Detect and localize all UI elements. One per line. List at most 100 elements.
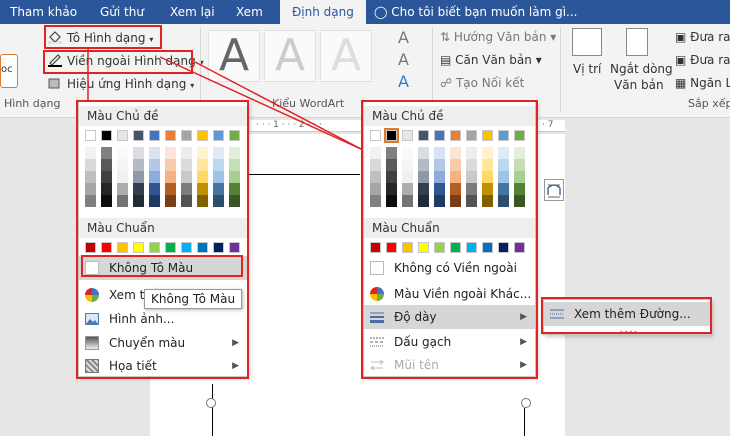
color-swatch[interactable] [498, 195, 509, 207]
no-outline-item[interactable]: Không có Viền ngoài [364, 256, 535, 280]
color-swatch[interactable] [386, 195, 397, 207]
color-swatch[interactable] [213, 242, 224, 253]
color-swatch[interactable] [229, 159, 240, 171]
color-swatch[interactable] [418, 130, 429, 141]
gradient-fill-item[interactable]: Chuyển màu ▶ [79, 331, 247, 355]
color-swatch[interactable] [213, 183, 224, 195]
color-swatch[interactable] [466, 195, 477, 207]
color-swatch[interactable] [229, 147, 240, 159]
color-swatch[interactable] [197, 147, 208, 159]
color-swatch[interactable] [466, 242, 477, 253]
color-swatch[interactable] [85, 183, 96, 195]
color-swatch[interactable] [85, 147, 96, 159]
color-swatch[interactable] [418, 195, 429, 207]
color-swatch[interactable] [402, 183, 413, 195]
color-swatch[interactable] [149, 130, 160, 141]
color-swatch[interactable] [402, 159, 413, 171]
color-swatch[interactable] [165, 147, 176, 159]
color-swatch[interactable] [101, 159, 112, 171]
color-swatch[interactable] [482, 130, 493, 141]
color-swatch[interactable] [213, 159, 224, 171]
color-swatch[interactable] [101, 242, 112, 253]
color-swatch[interactable] [514, 183, 525, 195]
color-swatch[interactable] [229, 171, 240, 183]
color-swatch[interactable] [418, 159, 429, 171]
color-swatch[interactable] [149, 159, 160, 171]
color-swatch[interactable] [386, 171, 397, 183]
color-swatch[interactable] [482, 159, 493, 171]
color-swatch[interactable] [149, 242, 160, 253]
color-swatch[interactable] [434, 183, 445, 195]
color-swatch[interactable] [101, 171, 112, 183]
color-swatch[interactable] [498, 242, 509, 253]
color-swatch[interactable] [386, 242, 397, 253]
color-swatch[interactable] [498, 147, 509, 159]
color-swatch[interactable] [181, 147, 192, 159]
color-swatch[interactable] [434, 147, 445, 159]
color-swatch[interactable] [117, 171, 128, 183]
color-swatch[interactable] [386, 183, 397, 195]
color-swatch[interactable] [197, 159, 208, 171]
color-swatch[interactable] [434, 242, 445, 253]
color-swatch[interactable] [133, 130, 144, 141]
color-swatch[interactable] [101, 130, 112, 141]
color-swatch[interactable] [133, 171, 144, 183]
color-swatch[interactable] [181, 183, 192, 195]
color-swatch[interactable] [514, 159, 525, 171]
color-swatch[interactable] [402, 242, 413, 253]
color-swatch[interactable] [149, 147, 160, 159]
color-swatch[interactable] [498, 130, 509, 141]
color-swatch[interactable] [370, 195, 381, 207]
color-swatch[interactable] [181, 159, 192, 171]
color-swatch[interactable] [149, 195, 160, 207]
picture-fill-item[interactable]: Hình ảnh... [79, 307, 247, 331]
color-swatch[interactable] [181, 130, 192, 141]
color-swatch[interactable] [197, 242, 208, 253]
color-swatch[interactable] [181, 195, 192, 207]
color-swatch[interactable] [197, 195, 208, 207]
color-swatch[interactable] [117, 242, 128, 253]
color-swatch[interactable] [498, 159, 509, 171]
color-swatch[interactable] [466, 183, 477, 195]
more-outline-colors-item[interactable]: Màu Viền ngoài Khác... [364, 282, 535, 306]
color-swatch[interactable] [133, 147, 144, 159]
color-swatch[interactable] [450, 183, 461, 195]
color-swatch[interactable] [101, 195, 112, 207]
color-swatch[interactable] [514, 130, 525, 141]
color-swatch[interactable] [370, 130, 381, 141]
color-swatch[interactable] [434, 195, 445, 207]
color-swatch[interactable] [514, 242, 525, 253]
color-swatch[interactable] [402, 130, 413, 141]
color-swatch[interactable] [466, 130, 477, 141]
color-swatch[interactable] [466, 171, 477, 183]
color-swatch[interactable] [418, 171, 429, 183]
color-swatch[interactable] [85, 130, 96, 141]
color-swatch[interactable] [482, 147, 493, 159]
color-swatch[interactable] [466, 159, 477, 171]
color-swatch[interactable] [165, 195, 176, 207]
color-swatch[interactable] [117, 130, 128, 141]
color-swatch[interactable] [514, 147, 525, 159]
color-swatch[interactable] [197, 183, 208, 195]
color-swatch[interactable] [514, 195, 525, 207]
color-swatch[interactable] [402, 147, 413, 159]
color-swatch[interactable] [482, 242, 493, 253]
color-swatch[interactable] [165, 159, 176, 171]
color-swatch[interactable] [85, 242, 96, 253]
color-swatch[interactable] [197, 130, 208, 141]
color-swatch[interactable] [498, 183, 509, 195]
color-swatch[interactable] [370, 242, 381, 253]
color-swatch[interactable] [213, 171, 224, 183]
color-swatch[interactable] [213, 147, 224, 159]
no-fill-item[interactable]: Không Tô Màu [79, 256, 247, 280]
color-swatch[interactable] [370, 171, 381, 183]
color-swatch[interactable] [133, 242, 144, 253]
color-swatch[interactable] [482, 171, 493, 183]
color-swatch[interactable] [418, 147, 429, 159]
color-swatch[interactable] [229, 195, 240, 207]
color-swatch[interactable] [85, 195, 96, 207]
color-swatch[interactable] [386, 147, 397, 159]
weight-item[interactable]: Độ dày ▶ [364, 305, 535, 329]
color-swatch[interactable] [418, 242, 429, 253]
color-swatch[interactable] [165, 130, 176, 141]
